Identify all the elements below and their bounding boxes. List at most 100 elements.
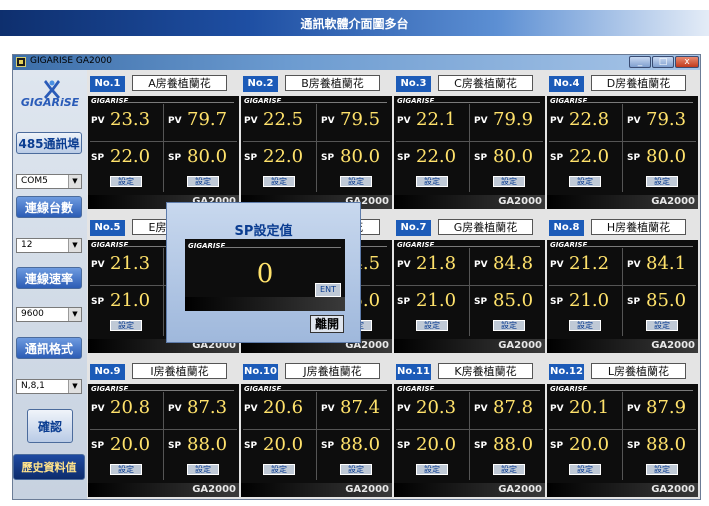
format-select[interactable]: N,8,1 ▼	[16, 379, 82, 394]
panel-footer: GA2000	[547, 195, 698, 209]
panel-footer: GA2000	[547, 483, 698, 497]
controller-panel: No.3 C房養植蘭花 GIGARISE PV PV SP SP 22.1 79.9 22.0 80…	[394, 72, 545, 209]
close-button[interactable]: x	[675, 56, 699, 68]
baud-select[interactable]: 9600 ▼	[16, 307, 82, 322]
panel-name[interactable]: D房養植蘭花	[591, 75, 686, 91]
sp-value-1: 22.0	[110, 146, 151, 167]
divider	[243, 141, 390, 142]
set-button[interactable]: 設定	[263, 176, 295, 187]
sp-label: SP	[550, 441, 564, 451]
sp-label: SP	[244, 441, 258, 451]
divider	[277, 390, 387, 391]
minimize-button[interactable]: _	[629, 56, 651, 68]
panel-footer: GA2000	[394, 195, 545, 209]
panel-header: No.10 J房養植蘭花	[241, 360, 392, 384]
panel-name[interactable]: I房養植蘭花	[132, 363, 227, 379]
chevron-down-icon[interactable]: ▼	[68, 175, 81, 188]
divider	[469, 104, 470, 192]
divider	[163, 104, 164, 192]
baud-button[interactable]: 連線速率	[16, 267, 82, 289]
sp-value-2: 85.0	[646, 290, 687, 311]
set-button[interactable]: 設定	[187, 464, 219, 475]
pv-value-1: 21.3	[110, 253, 151, 274]
panel-name[interactable]: G房養植蘭花	[438, 219, 533, 235]
set-button[interactable]: 設定	[569, 464, 601, 475]
sp-value-1: 22.0	[569, 146, 610, 167]
set-button[interactable]: 設定	[110, 176, 142, 187]
set-button[interactable]: 設定	[646, 176, 678, 187]
pv-label: PV	[244, 404, 258, 414]
count-button[interactable]: 連線台數	[16, 196, 82, 218]
set-button[interactable]: 設定	[416, 464, 448, 475]
model-label: GA2000	[498, 484, 542, 495]
panel-header: No.7 G房養植蘭花	[394, 216, 545, 240]
sp-value-1: 22.0	[263, 146, 304, 167]
divider	[549, 285, 696, 286]
pv-value-1: 22.8	[569, 109, 610, 130]
panel-header: No.8 H房養植蘭花	[547, 216, 698, 240]
panel-brand: GIGARISE	[91, 241, 129, 249]
panel-name[interactable]: J房養植蘭花	[285, 363, 380, 379]
set-button[interactable]: 設定	[646, 464, 678, 475]
panel-name[interactable]: L房養植蘭花	[591, 363, 686, 379]
panel-name[interactable]: B房養植蘭花	[285, 75, 380, 91]
history-button[interactable]: 歷史資料值	[13, 454, 85, 480]
set-button[interactable]: 設定	[110, 320, 142, 331]
set-button[interactable]: 設定	[493, 176, 525, 187]
panel-number: No.9	[90, 364, 125, 380]
count-select[interactable]: 12 ▼	[16, 238, 82, 253]
sp-label: SP	[627, 153, 641, 163]
chevron-down-icon[interactable]: ▼	[68, 380, 81, 393]
divider	[396, 141, 543, 142]
divider	[163, 248, 164, 336]
divider	[163, 392, 164, 480]
set-button[interactable]: 設定	[110, 464, 142, 475]
divider	[583, 246, 693, 247]
set-button[interactable]: 設定	[646, 320, 678, 331]
set-button[interactable]: 設定	[416, 176, 448, 187]
sp-label: SP	[474, 297, 488, 307]
pv-label: PV	[321, 116, 335, 126]
panel-header: No.12 L房養植蘭花	[547, 360, 698, 384]
sp-label: SP	[91, 441, 105, 451]
panel-brand: GIGARISE	[91, 97, 129, 105]
panel-name[interactable]: K房養植蘭花	[438, 363, 533, 379]
pv-value-1: 21.8	[416, 253, 457, 274]
panel-name[interactable]: C房養植蘭花	[438, 75, 533, 91]
port-select[interactable]: COM5 ▼	[16, 174, 82, 189]
sp-label: SP	[168, 441, 182, 451]
pv-label: PV	[168, 116, 182, 126]
format-button[interactable]: 通訊格式	[16, 337, 82, 359]
logo-text: GIGARiSE	[21, 96, 80, 108]
chevron-down-icon[interactable]: ▼	[68, 239, 81, 252]
chevron-down-icon[interactable]: ▼	[68, 308, 81, 321]
sp-value-1: 21.0	[110, 290, 151, 311]
exit-button[interactable]: 離開	[310, 315, 344, 333]
ent-button[interactable]: ENT	[315, 283, 341, 297]
panel-name[interactable]: A房養植蘭花	[132, 75, 227, 91]
set-button[interactable]: 設定	[416, 320, 448, 331]
panel-header: No.3 C房養植蘭花	[394, 72, 545, 96]
set-button[interactable]: 設定	[187, 176, 219, 187]
sp-label: SP	[321, 441, 335, 451]
panel-number: No.5	[90, 220, 125, 236]
panel-name[interactable]: H房養植蘭花	[591, 219, 686, 235]
set-button[interactable]: 設定	[340, 464, 372, 475]
confirm-button[interactable]: 確認	[27, 409, 73, 443]
set-button[interactable]: 設定	[340, 176, 372, 187]
set-button[interactable]: 設定	[569, 176, 601, 187]
pv-label: PV	[321, 404, 335, 414]
set-button[interactable]: 設定	[263, 464, 295, 475]
panel-brand: GIGARISE	[550, 241, 588, 249]
port-button[interactable]: 485通訊埠	[16, 132, 82, 154]
maximize-button[interactable]: □	[652, 56, 674, 68]
divider	[430, 246, 540, 247]
set-button[interactable]: 設定	[569, 320, 601, 331]
set-button[interactable]: 設定	[493, 464, 525, 475]
divider	[396, 285, 543, 286]
panel-number: No.1	[90, 76, 125, 92]
set-button[interactable]: 設定	[493, 320, 525, 331]
sp-label: SP	[550, 153, 564, 163]
divider	[277, 102, 387, 103]
port-select-value: COM5	[21, 176, 48, 186]
